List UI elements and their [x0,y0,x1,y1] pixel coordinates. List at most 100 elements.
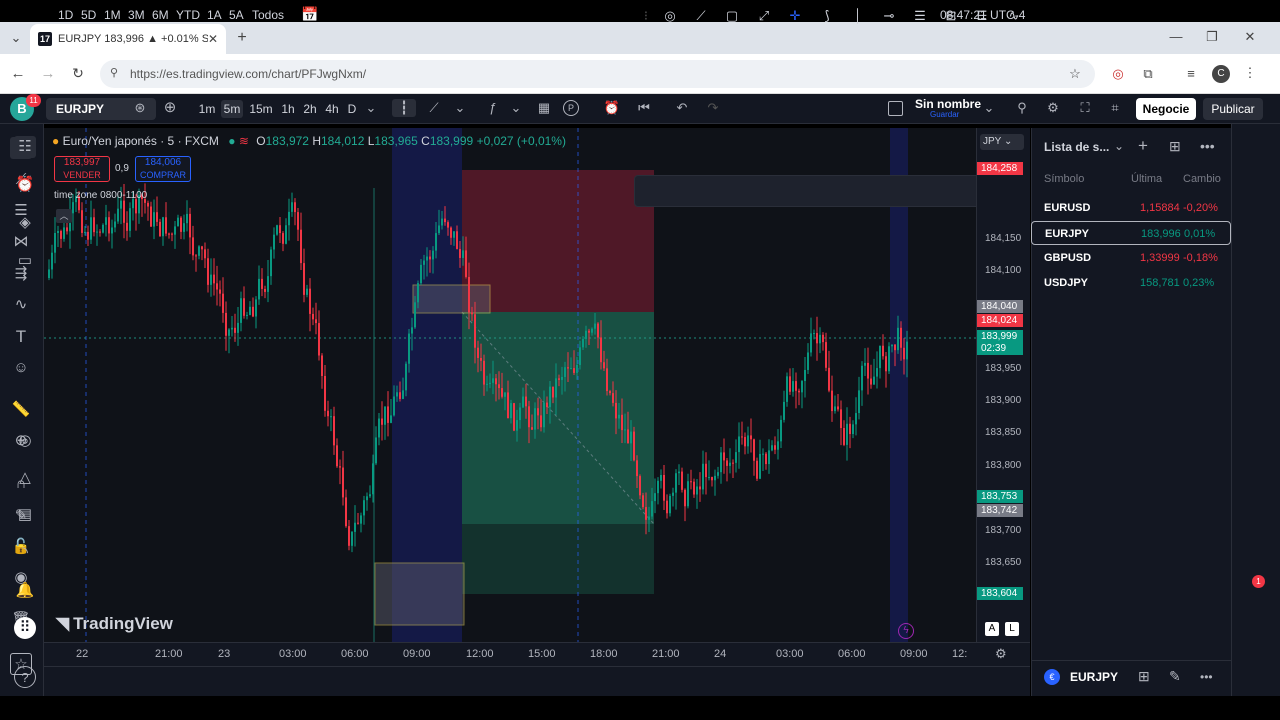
site-info-icon[interactable]: ⚲ [110,66,118,79]
interval-d[interactable]: D [344,100,360,118]
rectangle-tool-icon[interactable]: ▢ [722,6,742,26]
url-field[interactable]: ⚲ https://es.tradingview.com/chart/PFJwg… [100,60,1095,88]
cross-tool-icon[interactable]: ✛ [785,6,805,26]
range-3m[interactable]: 3M [128,8,145,22]
layout-dropdown-icon[interactable]: ⌄ [980,99,998,117]
fullscreen-icon[interactable]: ⛶ [1076,99,1094,117]
log-scale-button[interactable]: L [1005,622,1019,636]
symbol-flag-icon[interactable]: ⊛ [131,99,149,117]
compare-symbol-icon[interactable]: ⊕ [161,99,179,117]
range-1m[interactable]: 1M [104,8,121,22]
layout-checkbox-icon[interactable] [888,101,903,116]
buy-button[interactable]: 184,006 COMPRAR [135,156,191,182]
brush-icon[interactable]: ∿ [10,294,32,316]
ideas-icon[interactable]: △ [14,467,36,489]
footer-edit-icon[interactable]: ✎ [1169,668,1181,685]
settings-gear-icon[interactable]: ⚙ [1044,99,1062,117]
range-1a[interactable]: 1A [207,8,222,22]
sell-button[interactable]: 183,997 VENDER [54,156,110,182]
parallel-channel-icon[interactable]: ☰ [910,6,930,26]
calendar-icon[interactable]: ▤ [14,504,36,526]
interval-dropdown-icon[interactable]: ⌄ [362,99,380,117]
trade-button[interactable]: Negocie [1136,98,1196,120]
goto-date-icon[interactable]: 📅 [301,6,318,23]
alerts-clock-icon[interactable]: ⏰ [14,174,36,196]
tab-search-icon[interactable]: ⌄ [8,30,24,46]
undo-icon[interactable]: ↶ [673,99,691,117]
apps-grid-icon[interactable]: ⠿ [14,617,36,639]
reload-icon[interactable]: ↻ [70,65,86,82]
browser-menu-icon[interactable]: ⋮ [1242,65,1258,81]
browser-tab[interactable]: 17 EURJPY 183,996 ▲ +0.01% Sin ✕ [30,24,226,54]
range-6m[interactable]: 6M [152,8,169,22]
watchlist-more-icon[interactable]: ••• [1200,138,1215,154]
advanced-view-icon[interactable]: ⊞ [1169,138,1181,155]
watchlist-row[interactable]: GBPUSD 1,33999 -0,18% [1031,246,1231,270]
hotlist-icon[interactable]: ◎ [14,430,36,452]
restore-icon[interactable]: ❐ [1204,29,1220,45]
notifications-bell-icon[interactable]: 🔔 [14,580,36,602]
indicator-legend[interactable]: time zone 0800-1100 [54,190,147,201]
layouts-grid-icon[interactable]: ▦ [535,99,553,117]
minimize-icon[interactable]: — [1168,29,1184,44]
chart-type-dropdown-icon[interactable]: ⌄ [451,99,469,117]
redo-icon[interactable]: ↷ [704,99,722,117]
axis-settings-gear-icon[interactable]: ⚙ [995,646,1007,662]
extension-icon[interactable]: ◎ [1110,66,1126,82]
profile-avatar[interactable]: C [1212,65,1230,83]
back-icon[interactable]: ← [10,65,26,82]
extensions-puzzle-icon[interactable]: ⧉ [1140,66,1156,82]
lightning-event-icon[interactable]: ϟ [898,623,914,639]
vertical-line-icon[interactable]: │ [848,6,868,26]
target-icon[interactable]: ◎ [660,6,680,26]
path-tool-icon[interactable]: ⟆ [817,6,837,26]
indicators-icon[interactable]: ƒ [484,99,502,117]
chat-icon[interactable]: ▭ [14,250,36,272]
add-symbol-icon[interactable]: + [1138,136,1148,156]
watchlist-row[interactable]: USDJPY 158,781 0,23% [1031,271,1231,295]
range-ytd[interactable]: YTD [176,8,200,22]
range-5d[interactable]: 5D [81,8,96,22]
interval-2h[interactable]: 2h [300,100,320,118]
emoji-icon[interactable]: ☺ [10,357,32,379]
footer-more-icon[interactable]: ••• [1200,670,1213,684]
interval-15m[interactable]: 15m [249,100,273,118]
text-icon[interactable]: T [10,326,32,348]
bookmark-star-icon[interactable]: ☆ [1067,66,1083,82]
interval-4h[interactable]: 4h [322,100,342,118]
clock-timezone[interactable]: 08:47:21 UTC-4 [940,8,1025,22]
watchlist-icon[interactable]: ☷ [14,136,36,158]
new-tab-icon[interactable]: + [234,29,250,47]
layout-save-label[interactable]: Guardar [930,110,959,119]
object-tree-icon[interactable]: ◈ [14,212,36,234]
layout-name[interactable]: Sin nombre [915,97,981,111]
watchlist-row[interactable]: EURUSD 1,15884 -0,20% [1031,196,1231,220]
auto-scale-button[interactable]: A [985,622,999,636]
alert-icon[interactable]: ⏰ [603,99,621,117]
ray-tool-icon[interactable]: ⤢ [754,6,774,26]
horizontal-ray-icon[interactable]: ⊸ [879,6,899,26]
col-change-header[interactable]: Cambio [1183,173,1223,185]
news-feed-icon[interactable]: ◝ [14,542,36,564]
currency-selector[interactable]: JPY ⌄ [980,134,1024,150]
indicators-dropdown-icon[interactable]: ⌄ [507,99,525,117]
line-chart-icon[interactable]: ⟋ [425,99,443,117]
footer-symbol[interactable]: EURJPY [1070,670,1118,684]
collapse-legend-icon[interactable]: ︿ [56,209,72,223]
interval-1h[interactable]: 1h [278,100,298,118]
line-tool-icon[interactable]: ⟋ [691,6,711,26]
interval-5m[interactable]: 5m [221,100,243,118]
reading-list-icon[interactable]: ≡ [1183,66,1199,81]
candles-icon[interactable]: ┇ [392,99,416,117]
watchlist-dropdown-icon[interactable]: ⌄ [1114,139,1124,153]
quick-search-icon[interactable]: ⚲ [1013,99,1031,117]
footer-grid-icon[interactable]: ⊞ [1138,668,1150,685]
forward-icon[interactable]: → [40,65,56,82]
drag-handle-icon[interactable]: ⁝ [636,6,656,26]
close-tab-icon[interactable]: ✕ [208,32,218,46]
ruler-icon[interactable]: 📏 [10,399,32,421]
range-todos[interactable]: Todos [252,8,284,22]
replay-icon[interactable]: ⏮ [635,99,653,117]
col-last-header[interactable]: Última [1131,173,1162,185]
publish-button[interactable]: Publicar [1203,98,1263,120]
